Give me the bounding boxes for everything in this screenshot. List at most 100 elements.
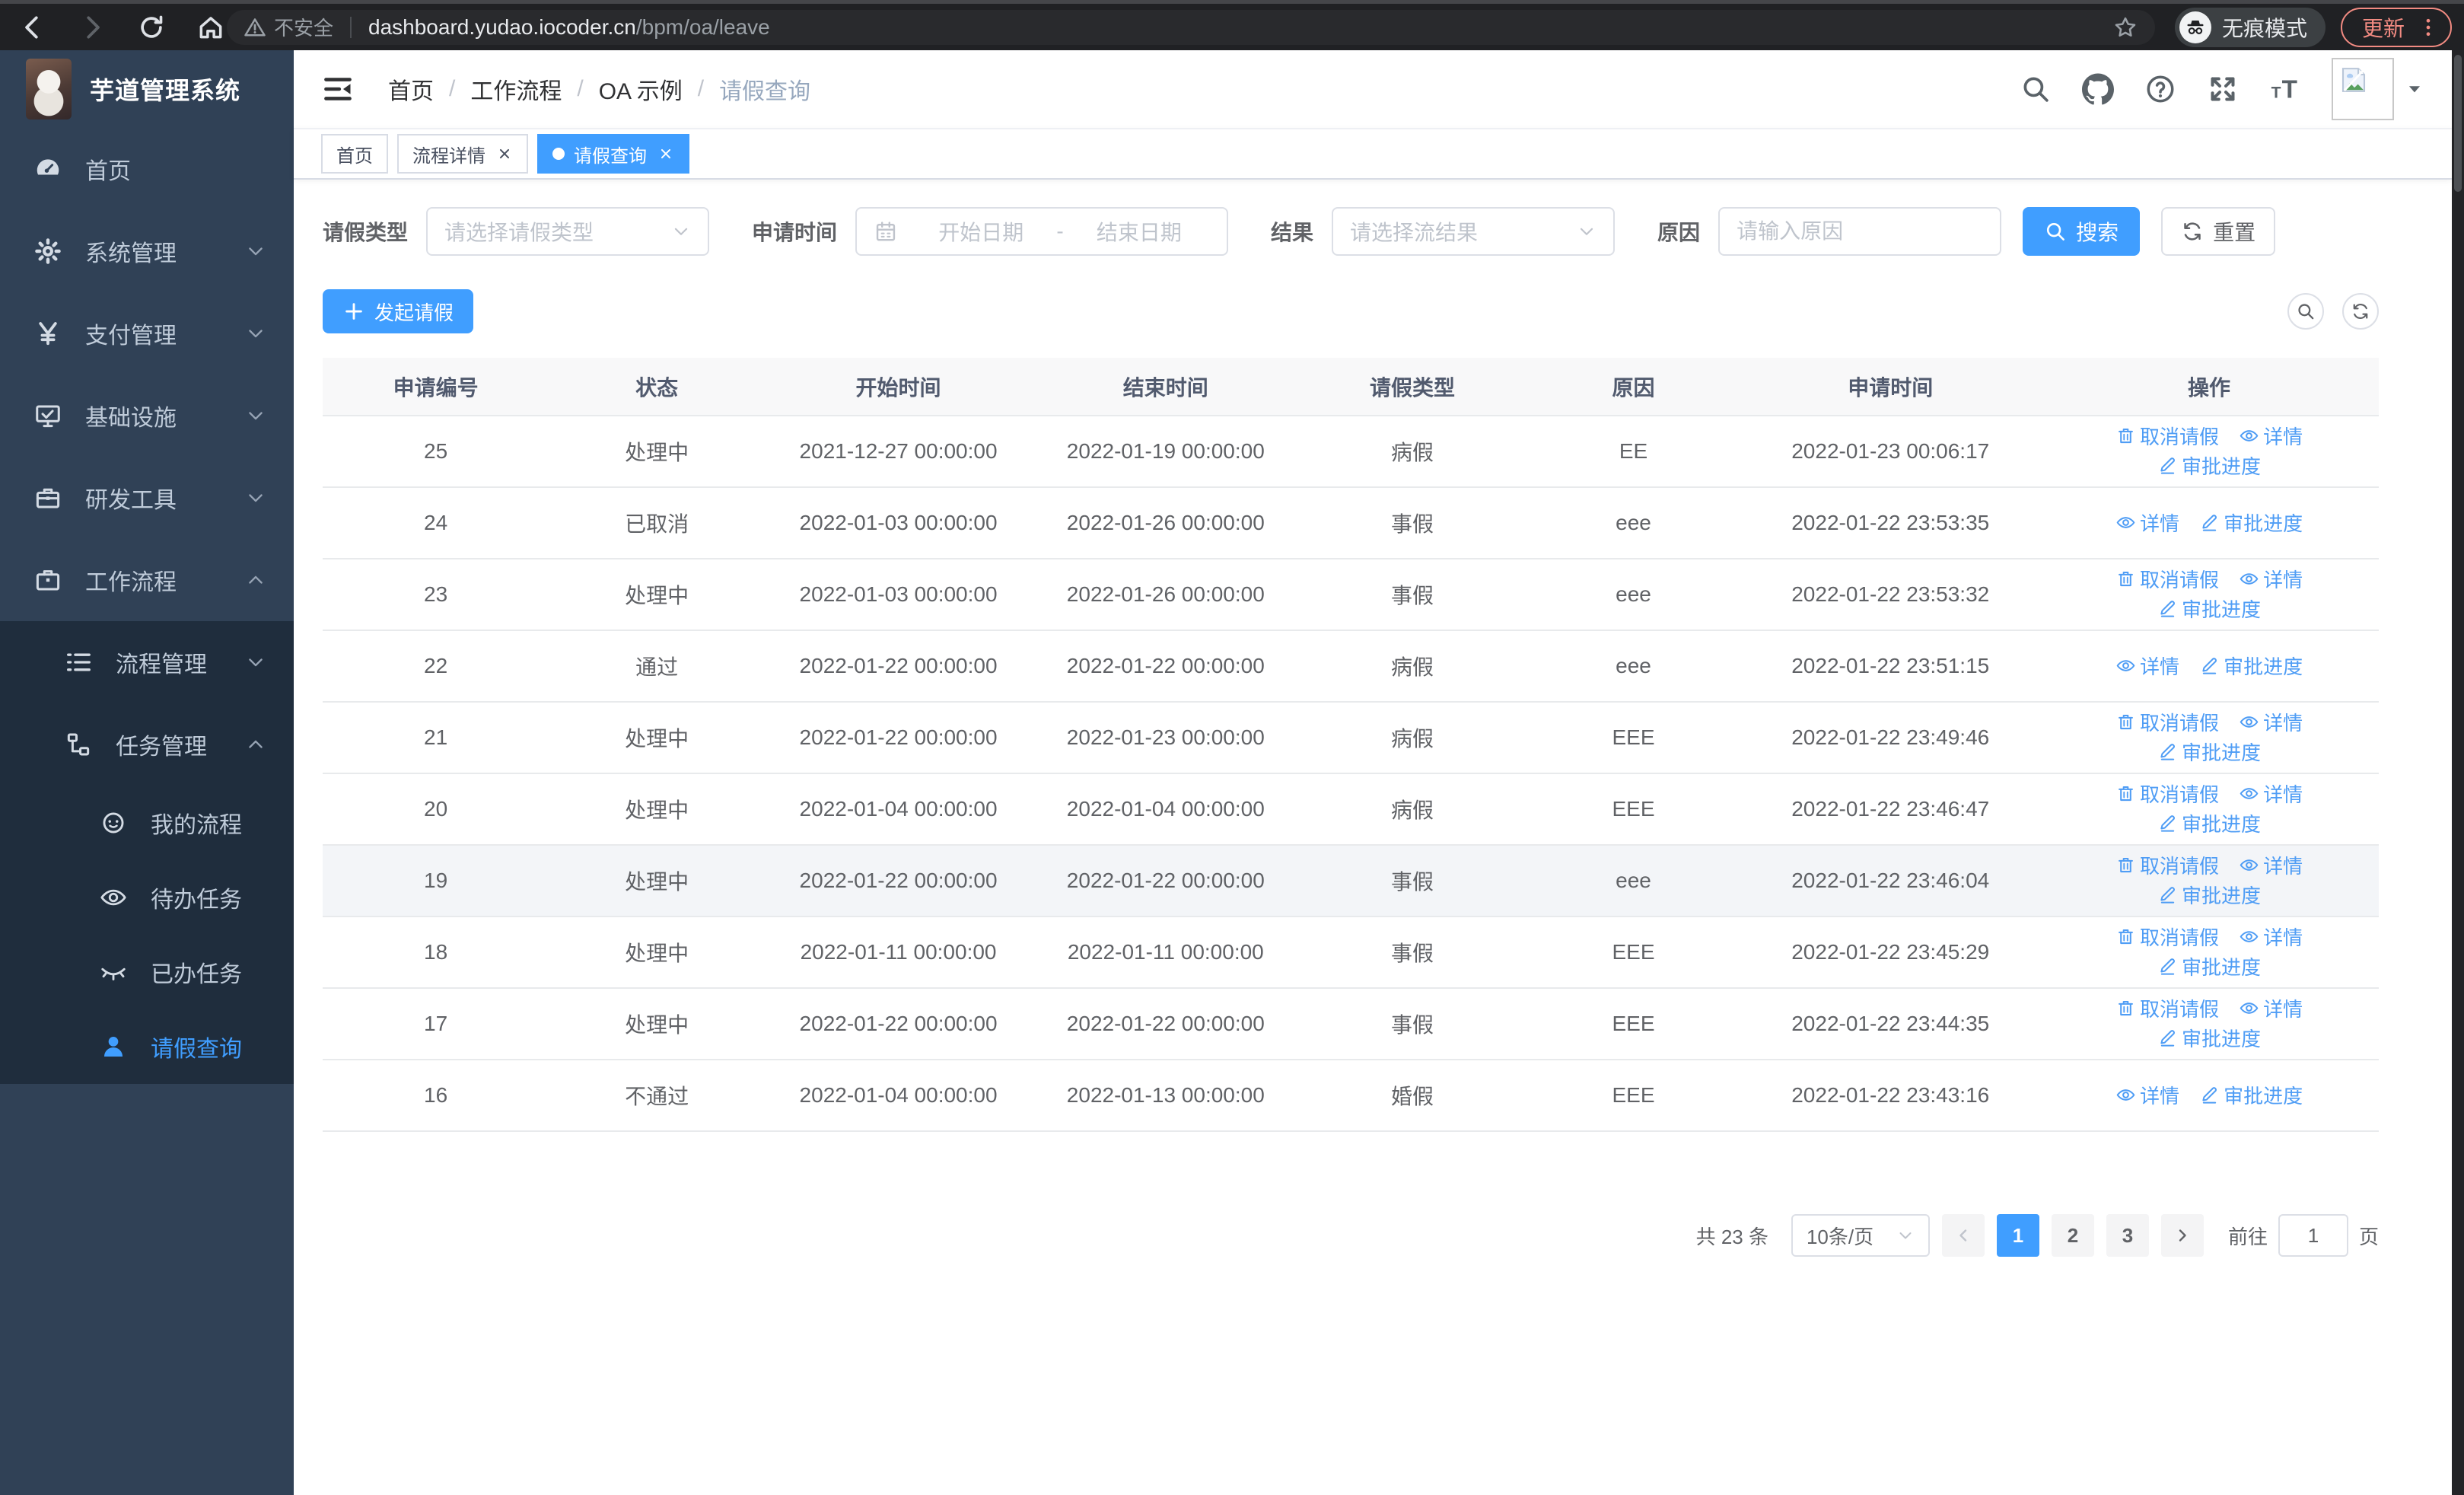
table-row-25[interactable]: 25 处理中 2021-12-27 00:00:00 2022-01-19 00:00… xyxy=(323,416,2379,488)
sidebar-item-基础设施[interactable]: 基础设施 xyxy=(0,375,294,457)
sidebar-item-研发工具[interactable]: 研发工具 xyxy=(0,457,294,539)
table-row-17[interactable]: 17 处理中 2022-01-22 00:00:00 2022-01-22 00:00… xyxy=(323,988,2379,1060)
detail-link[interactable]: 详情 xyxy=(2239,565,2303,593)
leave-type-select[interactable]: 请选择请假类型 xyxy=(426,207,710,256)
browser-update-button[interactable]: 更新 xyxy=(2340,7,2452,47)
header-search-icon[interactable] xyxy=(2020,73,2052,105)
reason-input[interactable] xyxy=(1720,209,2001,254)
page-size-select[interactable]: 10条/页 xyxy=(1791,1214,1930,1257)
sidebar-item-请假查询[interactable]: 请假查询 xyxy=(0,1009,294,1084)
detail-link[interactable]: 详情 xyxy=(2239,851,2303,879)
cell-reason: EEE xyxy=(1525,1060,1742,1132)
sidebar-item-已办任务[interactable]: 已办任务 xyxy=(0,935,294,1009)
breadcrumb-item[interactable]: OA 示例 xyxy=(599,72,683,106)
cancel-leave-link[interactable]: 取消请假 xyxy=(2115,422,2219,450)
result-select[interactable]: 请选择流结果 xyxy=(1332,207,1616,256)
table-row-19[interactable]: 19 处理中 2022-01-22 00:00:00 2022-01-22 00:00… xyxy=(323,845,2379,917)
font-size-icon[interactable]: TT xyxy=(2269,73,2301,105)
search-button[interactable]: 搜索 xyxy=(2023,207,2141,256)
leave-table: 申请编号 状态 开始时间 结束时间 请假类型 原因 申请时间 操作 25 处理中 2021-12-… xyxy=(323,358,2379,1132)
tab-请假查询[interactable]: 请假查询 xyxy=(537,134,689,174)
scrollbar[interactable] xyxy=(2452,50,2464,1495)
table-row-24[interactable]: 24 已取消 2022-01-03 00:00:00 2022-01-26 00:00… xyxy=(323,487,2379,559)
detail-link[interactable]: 详情 xyxy=(2239,422,2303,450)
sidebar-item-流程管理[interactable]: 流程管理 xyxy=(0,621,294,703)
cancel-leave-link[interactable]: 取消请假 xyxy=(2115,923,2219,951)
cancel-leave-link[interactable]: 取消请假 xyxy=(2115,779,2219,808)
detail-link[interactable]: 详情 xyxy=(2115,652,2179,680)
table-search-toggle-button[interactable] xyxy=(2287,293,2324,330)
sidebar-item-工作流程[interactable]: 工作流程 xyxy=(0,539,294,621)
table-refresh-button[interactable] xyxy=(2342,293,2379,330)
edit-icon xyxy=(2157,813,2178,834)
approval-progress-link[interactable]: 审批进度 xyxy=(2157,594,2261,623)
delete-icon xyxy=(2115,926,2136,947)
delete-icon xyxy=(2115,712,2136,732)
address-bar[interactable]: 不安全 dashboard.yudao.iocoder.cn /bpm/oa/l… xyxy=(227,9,2155,45)
approval-progress-link[interactable]: 审批进度 xyxy=(2157,809,2261,837)
approval-progress-link[interactable]: 审批进度 xyxy=(2199,1081,2303,1109)
detail-link[interactable]: 详情 xyxy=(2115,1081,2179,1109)
sidebar-item-系统管理[interactable]: 系统管理 xyxy=(0,210,294,292)
approval-progress-link[interactable]: 审批进度 xyxy=(2157,881,2261,909)
sidebar-item-待办任务[interactable]: 待办任务 xyxy=(0,860,294,935)
detail-link[interactable]: 详情 xyxy=(2239,708,2303,736)
avatar[interactable] xyxy=(2332,58,2394,120)
page-button-3[interactable]: 3 xyxy=(2106,1214,2149,1257)
table-row-20[interactable]: 20 处理中 2022-01-04 00:00:00 2022-01-04 00:00… xyxy=(323,773,2379,846)
sidebar-item-我的流程[interactable]: 我的流程 xyxy=(0,786,294,860)
breadcrumb-item[interactable]: 首页 xyxy=(388,72,434,106)
bookmark-star-icon[interactable] xyxy=(2112,14,2138,40)
detail-link[interactable]: 详情 xyxy=(2239,923,2303,951)
cell-status: 处理中 xyxy=(549,559,765,631)
edit-icon xyxy=(2157,885,2178,905)
detail-link[interactable]: 详情 xyxy=(2239,779,2303,808)
action-label: 取消请假 xyxy=(2140,998,2220,1021)
tab-首页[interactable]: 首页 xyxy=(321,134,388,174)
table-row-16[interactable]: 16 不通过 2022-01-04 00:00:00 2022-01-13 00:00… xyxy=(323,1060,2379,1132)
page-button-1[interactable]: 1 xyxy=(1996,1214,2039,1257)
github-icon[interactable] xyxy=(2082,73,2114,105)
cancel-leave-link[interactable]: 取消请假 xyxy=(2115,994,2219,1022)
approval-progress-link[interactable]: 审批进度 xyxy=(2157,451,2261,480)
user-menu-caret-icon[interactable] xyxy=(2405,79,2424,99)
approval-progress-link[interactable]: 审批进度 xyxy=(2157,738,2261,766)
next-page-button[interactable] xyxy=(2160,1214,2204,1257)
browser-home-icon[interactable] xyxy=(196,13,225,42)
browser-menu-icon[interactable] xyxy=(2417,16,2440,39)
scrollbar-thumb[interactable] xyxy=(2454,55,2462,192)
detail-link[interactable]: 详情 xyxy=(2115,508,2179,537)
table-row-22[interactable]: 22 通过 2022-01-22 00:00:00 2022-01-22 00:00:… xyxy=(323,630,2379,703)
sidebar-collapse-icon[interactable] xyxy=(321,72,355,106)
approval-progress-link[interactable]: 审批进度 xyxy=(2157,952,2261,980)
tab-流程详情[interactable]: 流程详情 xyxy=(397,134,528,174)
detail-link[interactable]: 详情 xyxy=(2239,994,2303,1022)
cancel-leave-link[interactable]: 取消请假 xyxy=(2115,708,2219,736)
approval-progress-link[interactable]: 审批进度 xyxy=(2199,652,2303,680)
approval-progress-link[interactable]: 审批进度 xyxy=(2199,508,2303,537)
table-row-18[interactable]: 18 处理中 2022-01-11 00:00:00 2022-01-11 00:00… xyxy=(323,916,2379,989)
cancel-leave-link[interactable]: 取消请假 xyxy=(2115,565,2219,593)
table-row-23[interactable]: 23 处理中 2022-01-03 00:00:00 2022-01-26 00:00… xyxy=(323,559,2379,631)
cancel-leave-link[interactable]: 取消请假 xyxy=(2115,851,2219,879)
browser-back-icon[interactable] xyxy=(18,13,47,42)
browser-reload-icon[interactable] xyxy=(137,13,166,42)
fullscreen-icon[interactable] xyxy=(2207,73,2239,105)
browser-forward-icon[interactable] xyxy=(78,13,107,42)
sidebar-item-支付管理[interactable]: 支付管理 xyxy=(0,292,294,375)
cell-reason: eee xyxy=(1525,487,1742,559)
reset-button[interactable]: 重置 xyxy=(2161,207,2276,256)
sidebar-logo-row[interactable]: 芋道管理系统 xyxy=(0,50,294,128)
create-leave-button[interactable]: 发起请假 xyxy=(323,289,474,333)
sidebar-item-任务管理[interactable]: 任务管理 xyxy=(0,703,294,786)
prev-page-button[interactable] xyxy=(1941,1214,1985,1257)
goto-page-input[interactable] xyxy=(2278,1214,2348,1257)
apply-time-range-picker[interactable]: 开始日期 - 结束日期 xyxy=(855,207,1229,256)
edit-icon xyxy=(2157,1028,2178,1048)
page-button-2[interactable]: 2 xyxy=(2051,1214,2094,1257)
help-icon[interactable] xyxy=(2144,73,2176,105)
table-row-21[interactable]: 21 处理中 2022-01-22 00:00:00 2022-01-23 00:00… xyxy=(323,702,2379,774)
approval-progress-link[interactable]: 审批进度 xyxy=(2157,1024,2261,1052)
breadcrumb-item[interactable]: 工作流程 xyxy=(470,72,562,106)
sidebar-item-首页[interactable]: 首页 xyxy=(0,128,294,210)
